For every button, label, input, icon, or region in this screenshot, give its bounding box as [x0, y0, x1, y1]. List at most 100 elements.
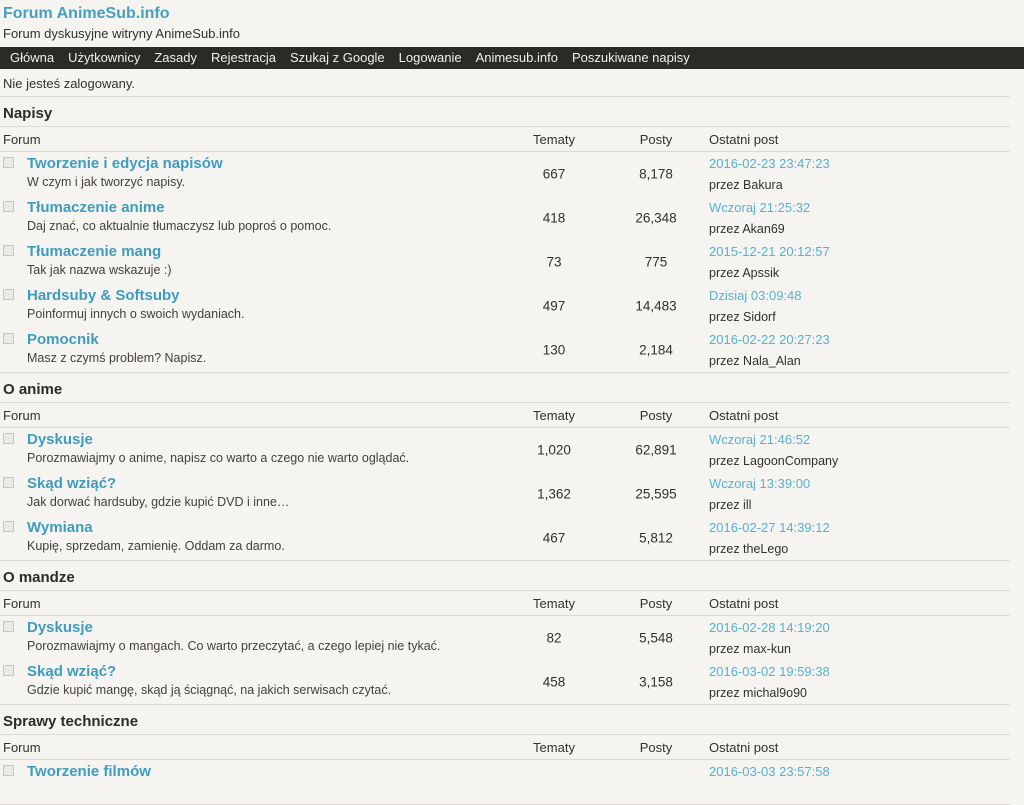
last-post-author: przez ill [709, 498, 810, 513]
forum-status-icon [3, 765, 14, 776]
forum-status-icon [3, 433, 14, 444]
forum-row: Pomocnik Masz z czymś problem? Napisz. 1… [0, 328, 1010, 372]
last-post-cell: Wczoraj 13:39:00 przez ill [709, 475, 810, 513]
section-title: O anime [0, 373, 1010, 403]
column-header-row: Forum Tematy Posty Ostatni post [0, 403, 1010, 428]
last-post-link[interactable]: 2016-02-23 23:47:23 [709, 155, 830, 172]
forum-link[interactable]: Hardsuby & Softsuby [27, 287, 180, 304]
nav-item-zasady[interactable]: Zasady [147, 47, 204, 69]
column-forum: Forum [3, 591, 41, 616]
last-post-link[interactable]: 2016-03-03 23:57:58 [709, 763, 830, 780]
last-post-cell: 2016-02-27 14:39:12 przez theLego [709, 519, 830, 557]
content-area: Nie jesteś zalogowany. Napisy Forum Tema… [0, 69, 1010, 805]
last-post-link[interactable]: Wczoraj 21:25:32 [709, 199, 810, 216]
forum-row: Dyskusje Porozmawiajmy o mangach. Co war… [0, 616, 1010, 660]
column-topics: Tematy [514, 735, 594, 760]
topic-count: 1,020 [514, 443, 594, 458]
topic-count: 130 [514, 343, 594, 358]
last-post-author: przez Apssik [709, 266, 830, 281]
forum-link[interactable]: Tworzenie filmów [27, 763, 151, 780]
forum-status-icon [3, 201, 14, 212]
post-count: 5,548 [616, 631, 696, 646]
login-status: Nie jesteś zalogowany. [0, 69, 1010, 97]
forum-row: Wymiana Kupię, sprzedam, zamienię. Oddam… [0, 516, 1010, 560]
forum-link[interactable]: Dyskusje [27, 619, 93, 636]
forum-index-page: Forum AnimeSub.info Forum dyskusyjne wit… [0, 0, 1024, 805]
forum-description: Jak dorwać hardsuby, gdzie kupić DVD i i… [27, 495, 289, 510]
forum-link[interactable]: Dyskusje [27, 431, 93, 448]
forum-status-icon [3, 521, 14, 532]
forum-status-icon [3, 289, 14, 300]
column-posts: Posty [616, 127, 696, 152]
last-post-link[interactable]: 2016-03-02 19:59:38 [709, 663, 830, 680]
forum-link[interactable]: Skąd wziąć? [27, 663, 116, 680]
nav-item-logowanie[interactable]: Logowanie [392, 47, 469, 69]
post-count: 25,595 [616, 487, 696, 502]
forum-section: Sprawy techniczne Forum Tematy Posty Ost… [0, 705, 1010, 805]
forum-sections: Napisy Forum Tematy Posty Ostatni post T… [0, 97, 1010, 805]
last-post-link[interactable]: Dzisiaj 03:09:48 [709, 287, 802, 304]
topic-count: 82 [514, 631, 594, 646]
last-post-link[interactable]: 2016-02-28 14:19:20 [709, 619, 830, 636]
nav-item-animesub-info[interactable]: Animesub.info [469, 47, 565, 69]
last-post-author: przez theLego [709, 542, 830, 557]
nav-item-poszukiwane-napisy[interactable]: Poszukiwane napisy [565, 47, 697, 69]
forum-link[interactable]: Tworzenie i edycja napisów [27, 155, 223, 172]
column-forum: Forum [3, 735, 41, 760]
section-rows: Tworzenie filmów 2016-03-03 23:57:58 [0, 760, 1010, 805]
last-post-cell: 2016-03-02 19:59:38 przez michal9o90 [709, 663, 830, 701]
topic-count: 497 [514, 299, 594, 314]
post-count: 14,483 [616, 299, 696, 314]
last-post-cell: 2016-02-22 20:27:23 przez Nala_Alan [709, 331, 830, 369]
last-post-author: przez Nala_Alan [709, 354, 830, 369]
forum-description: Kupię, sprzedam, zamienię. Oddam za darm… [27, 539, 285, 554]
nav-item-rejestracja[interactable]: Rejestracja [204, 47, 283, 69]
last-post-link[interactable]: 2015-12-21 20:12:57 [709, 243, 830, 260]
last-post-cell: 2016-02-23 23:47:23 przez Bakura [709, 155, 830, 193]
last-post-link[interactable]: Wczoraj 21:46:52 [709, 431, 810, 448]
last-post-link[interactable]: Wczoraj 13:39:00 [709, 475, 810, 492]
topic-count: 458 [514, 675, 594, 690]
post-count: 3,158 [616, 675, 696, 690]
column-last-post: Ostatni post [709, 591, 778, 616]
column-posts: Posty [616, 735, 696, 760]
section-rows: Dyskusje Porozmawiajmy o anime, napisz c… [0, 428, 1010, 561]
column-topics: Tematy [514, 127, 594, 152]
forum-link[interactable]: Tłumaczenie mang [27, 243, 161, 260]
nav-item-szukaj-z-google[interactable]: Szukaj z Google [283, 47, 392, 69]
post-count: 2,184 [616, 343, 696, 358]
board-title-link[interactable]: Forum AnimeSub.info [3, 5, 170, 23]
last-post-link[interactable]: 2016-02-27 14:39:12 [709, 519, 830, 536]
post-count: 26,348 [616, 211, 696, 226]
forum-row: Tworzenie filmów 2016-03-03 23:57:58 [0, 760, 1010, 804]
forum-description: Poinformuj innych o swoich wydaniach. [27, 307, 244, 322]
forum-status-icon [3, 621, 14, 632]
nav-item-uzytkownicy[interactable]: Użytkownicy [61, 47, 147, 69]
last-post-link[interactable]: 2016-02-22 20:27:23 [709, 331, 830, 348]
last-post-cell: Dzisiaj 03:09:48 przez Sidorf [709, 287, 802, 325]
topic-count: 1,362 [514, 487, 594, 502]
column-forum: Forum [3, 403, 41, 428]
last-post-cell: Wczoraj 21:25:32 przez Akan69 [709, 199, 810, 237]
column-topics: Tematy [514, 403, 594, 428]
forum-link[interactable]: Tłumaczenie anime [27, 199, 165, 216]
post-count: 5,812 [616, 531, 696, 546]
last-post-author: przez LagoonCompany [709, 454, 838, 469]
post-count: 62,891 [616, 443, 696, 458]
last-post-author: przez Akan69 [709, 222, 810, 237]
forum-link[interactable]: Wymiana [27, 519, 93, 536]
forum-row: Skąd wziąć? Gdzie kupić mangę, skąd ją ś… [0, 660, 1010, 704]
nav-item-glowna[interactable]: Główna [3, 47, 61, 69]
forum-row: Dyskusje Porozmawiajmy o anime, napisz c… [0, 428, 1010, 472]
forum-status-icon [3, 245, 14, 256]
forum-row: Tłumaczenie mang Tak jak nazwa wskazuje … [0, 240, 1010, 284]
post-count: 8,178 [616, 167, 696, 182]
forum-row: Tłumaczenie anime Daj znać, co aktualnie… [0, 196, 1010, 240]
forum-link[interactable]: Pomocnik [27, 331, 99, 348]
forum-row: Hardsuby & Softsuby Poinformuj innych o … [0, 284, 1010, 328]
forum-link[interactable]: Skąd wziąć? [27, 475, 116, 492]
topic-count: 418 [514, 211, 594, 226]
last-post-cell: Wczoraj 21:46:52 przez LagoonCompany [709, 431, 838, 469]
forum-row: Skąd wziąć? Jak dorwać hardsuby, gdzie k… [0, 472, 1010, 516]
section-rows: Tworzenie i edycja napisów W czym i jak … [0, 152, 1010, 373]
